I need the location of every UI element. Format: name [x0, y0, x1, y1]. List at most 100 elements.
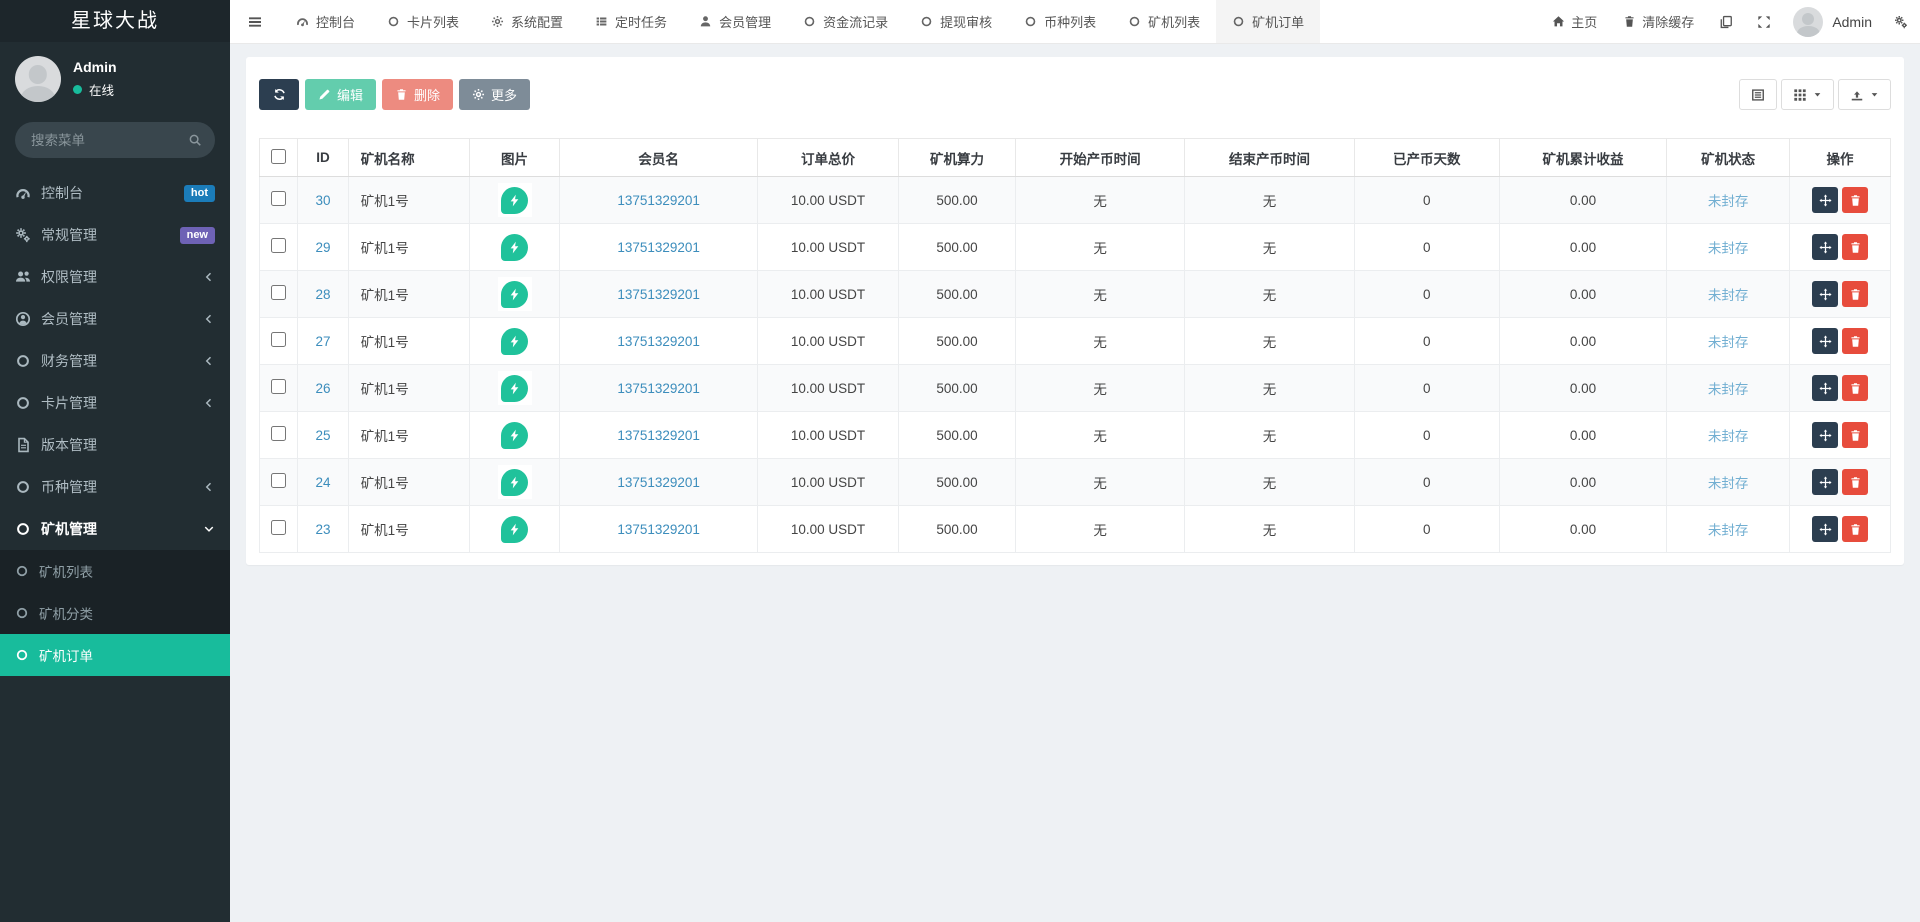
search-input[interactable]	[15, 122, 215, 158]
id-link[interactable]: 29	[315, 240, 330, 255]
columns-button[interactable]	[1781, 79, 1834, 110]
move-button[interactable]	[1812, 469, 1838, 495]
select-all-checkbox[interactable]	[271, 149, 286, 164]
sidebar-subitem-2[interactable]: 矿机订单	[0, 634, 230, 676]
member-link[interactable]: 13751329201	[617, 240, 700, 255]
delete-button[interactable]: 删除	[382, 79, 453, 110]
miner-image[interactable]	[498, 465, 532, 499]
member-link[interactable]: 13751329201	[617, 428, 700, 443]
id-link[interactable]: 27	[315, 334, 330, 349]
tab-9[interactable]: 矿机订单	[1216, 0, 1320, 43]
id-link[interactable]: 28	[315, 287, 330, 302]
row-delete-button[interactable]	[1842, 328, 1868, 354]
refresh-button[interactable]	[259, 79, 299, 110]
copy-page-button[interactable]	[1707, 0, 1745, 43]
move-button[interactable]	[1812, 422, 1838, 448]
end-time: 无	[1185, 318, 1354, 365]
sidebar-toggle-button[interactable]	[230, 0, 280, 43]
more-button[interactable]: 更多	[459, 79, 530, 110]
row-checkbox[interactable]	[271, 520, 286, 535]
move-button[interactable]	[1812, 281, 1838, 307]
id-link[interactable]: 24	[315, 475, 330, 490]
sidebar-item-5[interactable]: 卡片管理	[0, 382, 230, 424]
status-link[interactable]: 未封存	[1708, 523, 1749, 538]
row-delete-button[interactable]	[1842, 187, 1868, 213]
fullscreen-button[interactable]	[1745, 0, 1783, 43]
row-checkbox[interactable]	[271, 191, 286, 206]
id-link[interactable]: 25	[315, 428, 330, 443]
row-checkbox[interactable]	[271, 379, 286, 394]
tab-3[interactable]: 定时任务	[579, 0, 683, 43]
row-checkbox[interactable]	[271, 285, 286, 300]
row-checkbox[interactable]	[271, 332, 286, 347]
tab-6[interactable]: 提现审核	[904, 0, 1008, 43]
miner-image[interactable]	[498, 512, 532, 546]
sidebar-item-4[interactable]: 财务管理	[0, 340, 230, 382]
move-icon	[1819, 429, 1832, 442]
miner-image[interactable]	[498, 324, 532, 358]
topbar-right: 主页 清除缓存 Admin	[1539, 0, 1920, 43]
miner-image[interactable]	[498, 183, 532, 217]
row-delete-button[interactable]	[1842, 422, 1868, 448]
clear-cache-link[interactable]: 清除缓存	[1610, 0, 1707, 43]
home-link[interactable]: 主页	[1539, 0, 1610, 43]
start-time: 无	[1015, 365, 1184, 412]
sidebar-subitem-0[interactable]: 矿机列表	[0, 550, 230, 592]
user-menu[interactable]: Admin	[1783, 0, 1882, 43]
member-link[interactable]: 13751329201	[617, 193, 700, 208]
move-button[interactable]	[1812, 516, 1838, 542]
miner-image[interactable]	[498, 418, 532, 452]
member-link[interactable]: 13751329201	[617, 475, 700, 490]
move-button[interactable]	[1812, 375, 1838, 401]
miner-image[interactable]	[498, 230, 532, 264]
member-link[interactable]: 13751329201	[617, 522, 700, 537]
tab-1[interactable]: 卡片列表	[371, 0, 475, 43]
status-link[interactable]: 未封存	[1708, 476, 1749, 491]
status-link[interactable]: 未封存	[1708, 382, 1749, 397]
tab-2[interactable]: 系统配置	[475, 0, 579, 43]
sidebar-item-8[interactable]: 矿机管理	[0, 508, 230, 550]
row-delete-button[interactable]	[1842, 234, 1868, 260]
member-link[interactable]: 13751329201	[617, 287, 700, 302]
sidebar-item-6[interactable]: 版本管理	[0, 424, 230, 466]
edit-button[interactable]: 编辑	[305, 79, 376, 110]
status-link[interactable]: 未封存	[1708, 429, 1749, 444]
status-link[interactable]: 未封存	[1708, 241, 1749, 256]
sidebar-item-3[interactable]: 会员管理	[0, 298, 230, 340]
move-button[interactable]	[1812, 234, 1838, 260]
row-delete-button[interactable]	[1842, 516, 1868, 542]
sidebar-subitem-1[interactable]: 矿机分类	[0, 592, 230, 634]
miner-image[interactable]	[498, 371, 532, 405]
id-link[interactable]: 30	[315, 193, 330, 208]
tab-7[interactable]: 币种列表	[1008, 0, 1112, 43]
tab-5[interactable]: 资金流记录	[787, 0, 904, 43]
tab-label: 提现审核	[940, 12, 992, 31]
tab-8[interactable]: 矿机列表	[1112, 0, 1216, 43]
row-checkbox[interactable]	[271, 426, 286, 441]
status-link[interactable]: 未封存	[1708, 288, 1749, 303]
status-link[interactable]: 未封存	[1708, 194, 1749, 209]
miner-image[interactable]	[498, 277, 532, 311]
sidebar-item-1[interactable]: 常规管理new	[0, 214, 230, 256]
tab-4[interactable]: 会员管理	[683, 0, 787, 43]
hash-power: 500.00	[899, 459, 1016, 506]
row-delete-button[interactable]	[1842, 281, 1868, 307]
row-checkbox[interactable]	[271, 238, 286, 253]
export-button[interactable]	[1838, 79, 1891, 110]
member-link[interactable]: 13751329201	[617, 334, 700, 349]
status-link[interactable]: 未封存	[1708, 335, 1749, 350]
sidebar-item-2[interactable]: 权限管理	[0, 256, 230, 298]
move-button[interactable]	[1812, 187, 1838, 213]
row-delete-button[interactable]	[1842, 375, 1868, 401]
toggle-view-button[interactable]	[1739, 79, 1777, 110]
id-link[interactable]: 23	[315, 522, 330, 537]
row-checkbox[interactable]	[271, 473, 286, 488]
row-delete-button[interactable]	[1842, 469, 1868, 495]
id-link[interactable]: 26	[315, 381, 330, 396]
settings-button[interactable]	[1882, 0, 1920, 43]
tab-0[interactable]: 控制台	[280, 0, 371, 43]
member-link[interactable]: 13751329201	[617, 381, 700, 396]
sidebar-item-7[interactable]: 币种管理	[0, 466, 230, 508]
sidebar-item-0[interactable]: 控制台hot	[0, 172, 230, 214]
move-button[interactable]	[1812, 328, 1838, 354]
